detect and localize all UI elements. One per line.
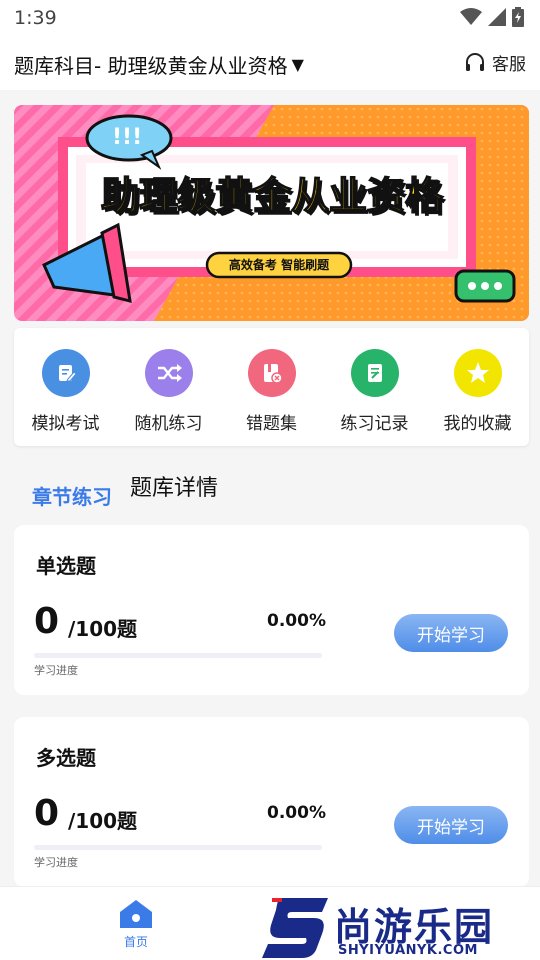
progress-bar xyxy=(34,653,322,658)
single-choice-card: 单选题 0 /100题 0.00% 学习进度 开始学习 xyxy=(14,525,529,695)
progress-bar xyxy=(34,845,322,850)
banner-exclaim: !!! xyxy=(112,125,143,150)
exam-icon xyxy=(41,349,90,397)
nav-home[interactable]: 首页 xyxy=(112,899,160,950)
tab-bank-details[interactable]: 题库详情 xyxy=(130,470,218,502)
start-study-button[interactable]: 开始学习 xyxy=(394,614,508,652)
banner-title: 助理级黄金从业资格 xyxy=(100,173,444,219)
start-study-button[interactable]: 开始学习 xyxy=(394,806,508,844)
battery-icon xyxy=(512,7,524,27)
subject-label: 题库科目- 助理级黄金从业资格 xyxy=(14,54,288,78)
quick-label: 错题集 xyxy=(246,414,297,434)
tab-chapter-practice[interactable]: 章节练习 xyxy=(32,481,112,510)
quick-label: 随机练习 xyxy=(134,414,203,434)
quick-label: 模拟考试 xyxy=(31,414,100,434)
status-icons xyxy=(460,7,524,27)
card-title: 单选题 xyxy=(36,554,96,578)
quick-item-mock-exam[interactable]: 模拟考试 xyxy=(14,328,117,446)
progress-percent: 0.00% xyxy=(267,803,326,823)
wifi-icon xyxy=(460,8,482,25)
error-book-icon xyxy=(247,349,296,397)
app-header: 题库科目- 助理级黄金从业资格 ▼ 客服 xyxy=(0,36,540,90)
section-tabs: 章节练习 题库详情 xyxy=(32,470,218,509)
watermark-url: SHYIYUANYK.COM xyxy=(338,943,478,958)
quick-item-favorites[interactable]: 我的收藏 xyxy=(426,328,529,446)
progress-percent: 0.00% xyxy=(267,611,326,631)
star-icon xyxy=(453,349,502,397)
home-icon xyxy=(120,900,152,928)
shuffle-icon xyxy=(144,349,193,397)
record-icon xyxy=(350,349,399,397)
headset-icon xyxy=(466,52,484,71)
multiple-choice-card: 多选题 0 /100题 0.00% 学习进度 开始学习 xyxy=(14,717,529,887)
quick-item-error-book[interactable]: 错题集 xyxy=(220,328,323,446)
banner-tagline: 高效备考 智能刷题 xyxy=(228,258,330,272)
quick-label: 练习记录 xyxy=(340,414,409,434)
quick-item-random-practice[interactable]: 随机练习 xyxy=(117,328,220,446)
status-bar: 1:39 xyxy=(0,0,540,36)
nav-home-label: 首页 xyxy=(123,935,148,949)
card-title: 多选题 xyxy=(36,746,96,770)
customer-service-button[interactable]: 客服 xyxy=(464,50,526,75)
quick-item-practice-record[interactable]: 练习记录 xyxy=(323,328,426,446)
status-time: 1:39 xyxy=(14,7,57,29)
caret-down-icon: ▼ xyxy=(291,55,304,74)
quick-label: 我的收藏 xyxy=(443,414,512,434)
subject-selector[interactable]: 题库科目- 助理级黄金从业资格 ▼ xyxy=(14,50,304,79)
answered-count: 0 xyxy=(34,601,60,642)
quick-menu: 模拟考试 随机练习 错题集 练习记录 我的收藏 xyxy=(14,328,529,446)
question-total: /100题 xyxy=(68,809,138,833)
promo-banner[interactable]: !!! 助理级黄金从业资格 高效备考 智能刷题 xyxy=(14,105,529,321)
progress-label: 学习进度 xyxy=(34,664,78,677)
question-total: /100题 xyxy=(68,617,138,641)
progress-label: 学习进度 xyxy=(34,856,78,869)
site-watermark: 尚游乐园 SHYIYUANYK.COM xyxy=(262,892,540,960)
answered-count: 0 xyxy=(34,793,60,834)
watermark-logo xyxy=(262,898,328,958)
service-label: 客服 xyxy=(492,55,526,75)
signal-icon xyxy=(488,8,506,26)
